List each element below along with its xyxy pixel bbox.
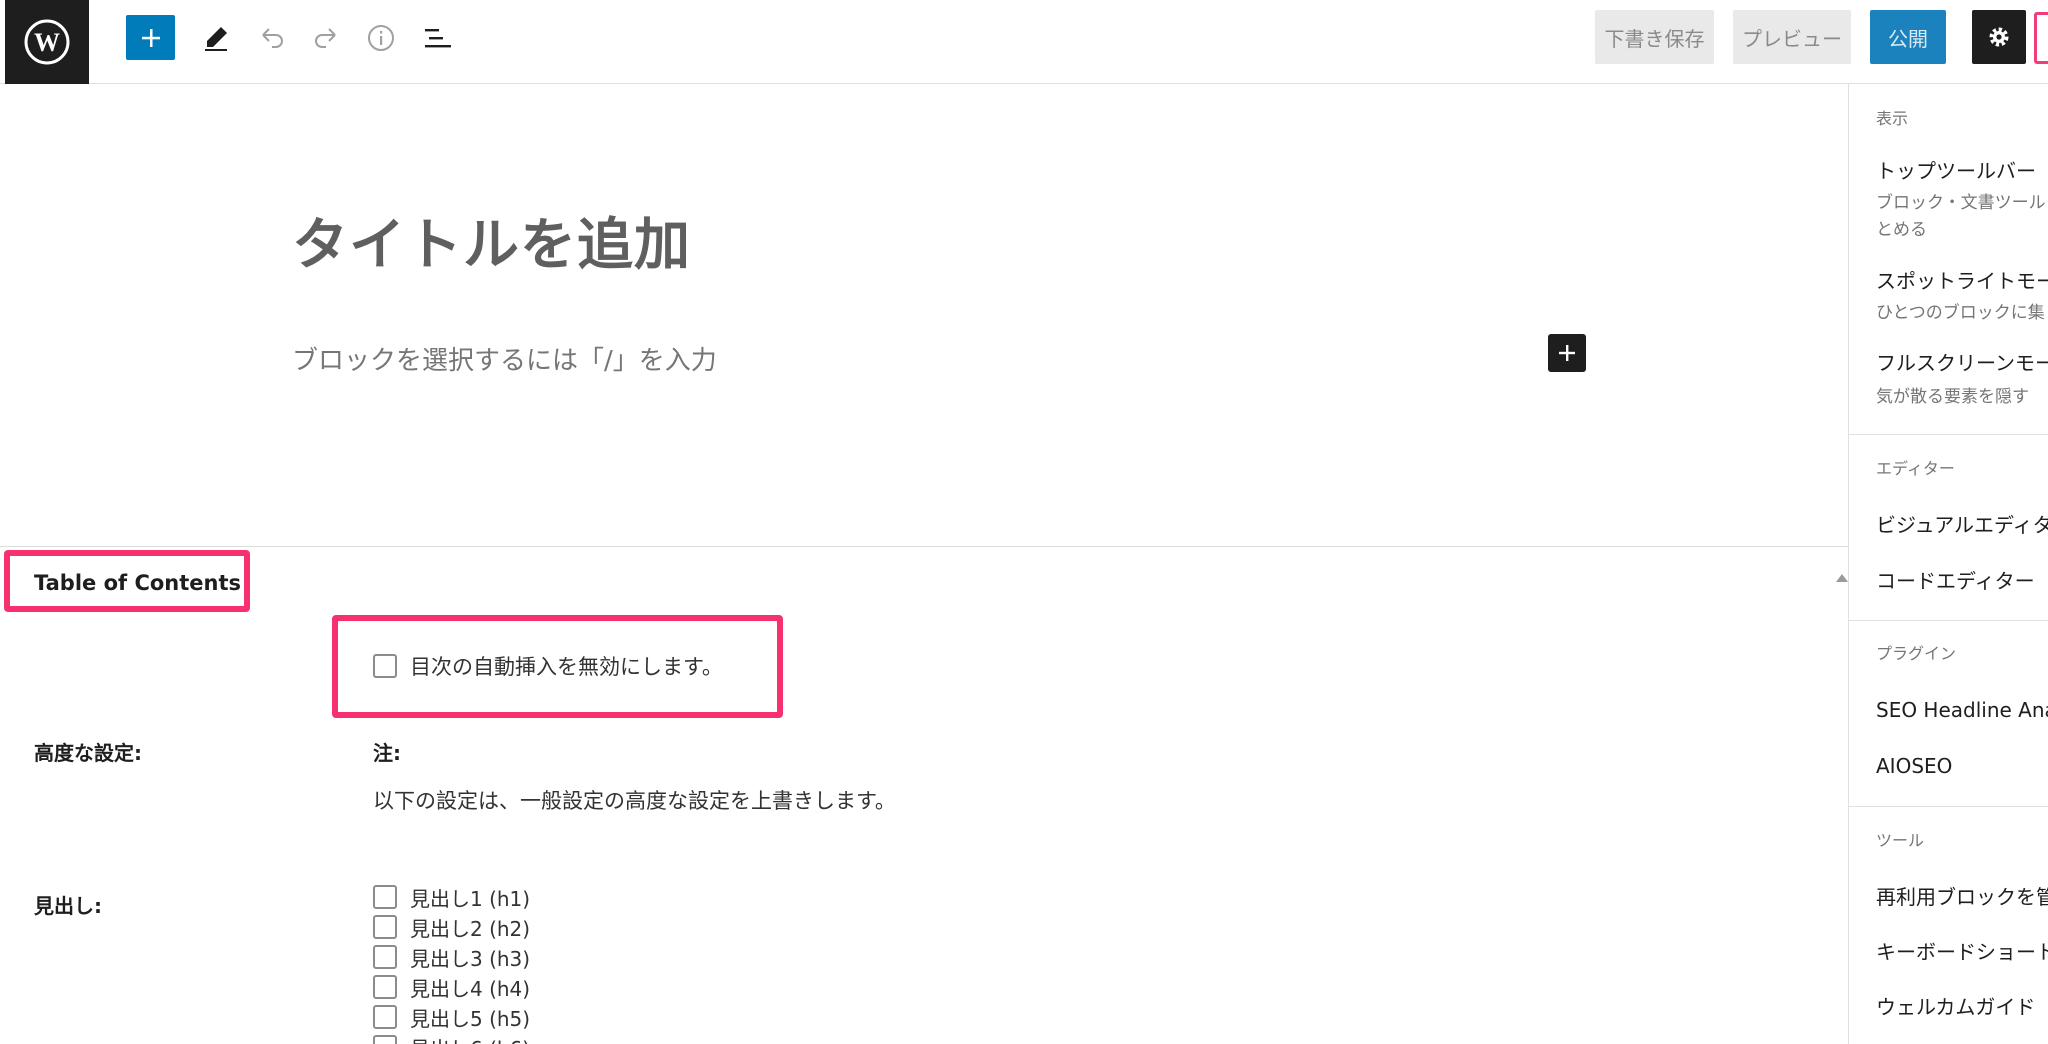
code-editor-option[interactable]: コードエディター xyxy=(1876,565,2035,594)
heading-h3-label: 見出し3 (h3) xyxy=(410,947,531,971)
inline-add-block-button[interactable] xyxy=(1548,334,1586,372)
publish-button[interactable]: 公開 xyxy=(1870,10,1946,64)
headings-label: 見出し: xyxy=(34,894,102,918)
metabox-divider xyxy=(0,546,1848,547)
redo-icon xyxy=(315,28,336,48)
save-draft-button[interactable]: 下書き保存 xyxy=(1595,10,1714,64)
editor-header: W 下書き保存 プレビュー 公開 xyxy=(0,0,2048,84)
options-button-highlight[interactable] xyxy=(2034,12,2048,64)
wordpress-logo-icon: W xyxy=(24,19,70,65)
settings-button[interactable] xyxy=(1972,10,2026,64)
options-divider xyxy=(1849,806,2048,807)
heading-h1-label: 見出し1 (h1) xyxy=(410,887,531,911)
heading-h3-checkbox[interactable] xyxy=(373,945,397,969)
list-view-icon xyxy=(425,29,451,48)
visual-editor-option[interactable]: ビジュアルエディタ xyxy=(1876,509,2048,538)
options-divider xyxy=(1849,620,2048,621)
gear-icon xyxy=(1989,27,2009,47)
spotlight-mode-option[interactable]: スポットライトモー xyxy=(1876,265,2048,294)
heading-h2-label: 見出し2 (h2) xyxy=(410,917,531,941)
tools-section-heading: ツール xyxy=(1876,831,1925,850)
undo-icon xyxy=(262,28,283,48)
heading-h5-checkbox[interactable] xyxy=(373,1005,397,1029)
tools-button[interactable] xyxy=(196,18,236,58)
heading-h5-label: 見出し5 (h5) xyxy=(410,1007,531,1031)
add-block-button[interactable] xyxy=(126,15,175,60)
note-text: 以下の設定は、一般設定の高度な設定を上書きします。 xyxy=(373,789,896,813)
disable-toc-highlight xyxy=(332,615,783,718)
plus-icon xyxy=(141,28,160,47)
fullscreen-mode-option[interactable]: フルスクリーンモー xyxy=(1876,347,2048,376)
keyboard-shortcuts-option[interactable]: キーボードショート xyxy=(1876,936,2048,965)
toc-title-highlight xyxy=(4,550,250,612)
block-editor: W 下書き保存 プレビュー 公開 タイトルを追加 ブロックを選択するには「/」を… xyxy=(0,0,2048,1044)
plus-icon xyxy=(1559,345,1575,361)
wordpress-logo-button[interactable]: W xyxy=(5,0,89,84)
plugins-section-heading: プラグイン xyxy=(1876,644,1957,663)
heading-h4-label: 見出し4 (h4) xyxy=(410,977,531,1001)
top-toolbar-description-2: とめる xyxy=(1876,220,1927,240)
post-title-input[interactable]: タイトルを追加 xyxy=(292,200,691,281)
welcome-guide-option[interactable]: ウェルカムガイド xyxy=(1876,991,2035,1020)
seo-headline-analyzer-option[interactable]: SEO Headline Anal xyxy=(1876,698,2048,722)
default-block-appender[interactable]: ブロックを選択するには「/」を入力 xyxy=(292,340,717,377)
heading-h2-checkbox[interactable] xyxy=(373,915,397,939)
redo-button[interactable] xyxy=(306,18,346,58)
options-dropdown-panel: 表示 トップツールバー ブロック・文書ツール とめる スポットライトモー ひとつ… xyxy=(1848,84,2048,1044)
editor-section-heading: エディター xyxy=(1876,459,1955,478)
aioseo-option[interactable]: AIOSEO xyxy=(1876,754,1952,778)
top-toolbar-description: ブロック・文書ツール xyxy=(1876,193,2046,213)
note-label: 注: xyxy=(373,741,401,765)
fullscreen-mode-description: 気が散る要素を隠す xyxy=(1876,387,2029,407)
undo-button[interactable] xyxy=(252,18,292,58)
heading-h6-label: 見出し6 (h6) xyxy=(410,1033,530,1044)
caret-up-icon[interactable] xyxy=(1836,574,1848,582)
list-view-button[interactable] xyxy=(418,18,458,58)
svg-text:W: W xyxy=(34,28,60,57)
details-button[interactable] xyxy=(361,18,401,58)
pencil-icon xyxy=(205,27,227,51)
heading-h1-checkbox[interactable] xyxy=(373,885,397,909)
top-toolbar-option[interactable]: トップツールバー xyxy=(1876,155,2036,184)
view-section-heading: 表示 xyxy=(1876,109,1909,128)
info-icon xyxy=(368,25,394,51)
options-divider xyxy=(1849,434,2048,435)
advanced-settings-label: 高度な設定: xyxy=(34,741,142,765)
heading-h4-checkbox[interactable] xyxy=(373,975,397,999)
manage-reusable-blocks-option[interactable]: 再利用ブロックを管 xyxy=(1876,881,2048,910)
heading-h6-checkbox[interactable] xyxy=(373,1035,397,1044)
spotlight-mode-description: ひとつのブロックに集 xyxy=(1876,303,2045,323)
preview-button[interactable]: プレビュー xyxy=(1733,10,1851,64)
